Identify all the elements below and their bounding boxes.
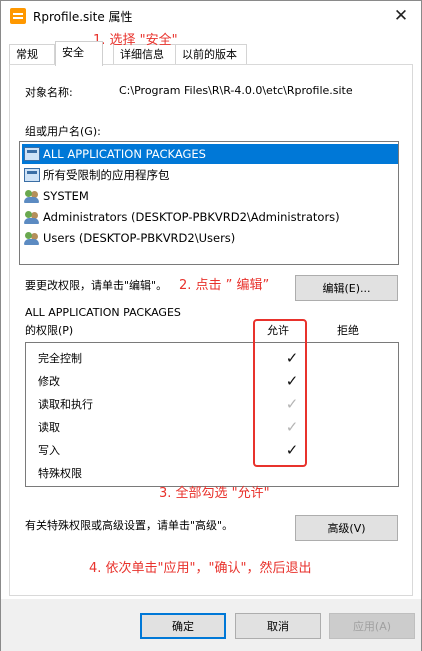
list-item[interactable]: SYSTEM <box>22 186 398 206</box>
permission-row: 写入 ✓ <box>38 439 388 461</box>
permission-name: 特殊权限 <box>38 467 82 480</box>
tab-strip: 常规 安全 详细信息 以前的版本 <box>9 41 413 66</box>
list-item[interactable]: Users (DESKTOP-PBKVRD2\Users) <box>22 228 398 248</box>
ok-button[interactable]: 确定 <box>140 613 226 639</box>
permission-row: 读取 ✓ <box>38 416 388 438</box>
edit-button[interactable]: 编辑(E)... <box>295 275 398 301</box>
list-item[interactable]: Administrators (DESKTOP-PBKVRD2\Administ… <box>22 207 398 227</box>
permission-row: 修改 ✓ <box>38 370 388 392</box>
close-button[interactable]: ✕ <box>381 1 421 31</box>
permissions-title: ALL APPLICATION PACKAGES <box>25 306 181 319</box>
annotation-highlight-box <box>253 319 307 467</box>
list-item[interactable]: 所有受限制的应用程序包 <box>22 165 398 185</box>
object-name-label: 对象名称: <box>25 86 73 99</box>
permission-row: 读取和执行 ✓ <box>38 393 388 415</box>
annotation-step1: 1. 选择 "安全" <box>93 33 178 48</box>
list-item-label: Administrators (DESKTOP-PBKVRD2\Administ… <box>43 210 340 224</box>
tab-previous-versions[interactable]: 以前的版本 <box>175 44 247 65</box>
tab-security[interactable]: 安全 <box>55 41 103 66</box>
groups-listbox[interactable]: ALL APPLICATION PACKAGES 所有受限制的应用程序包 SYS… <box>19 141 399 265</box>
permission-row: 完全控制 ✓ <box>38 347 388 369</box>
list-item[interactable]: ALL APPLICATION PACKAGES <box>22 144 398 164</box>
package-icon <box>24 147 40 161</box>
annotation-step3: 3. 全部勾选 "允许" <box>159 486 270 501</box>
tab-general[interactable]: 常规 <box>9 44 55 65</box>
list-item-label: Users (DESKTOP-PBKVRD2\Users) <box>43 231 236 245</box>
users-icon <box>24 231 40 245</box>
permissions-list: 完全控制 ✓ 修改 ✓ 读取和执行 ✓ 读取 ✓ 写入 ✓ 特殊权限 <box>25 342 399 487</box>
permissions-subtitle: 的权限(P) <box>25 324 74 337</box>
list-item-label: SYSTEM <box>43 189 89 203</box>
users-icon <box>24 210 40 224</box>
annotation-step2: 2. 点击 ” 编辑” <box>179 278 270 293</box>
cancel-button[interactable]: 取消 <box>235 613 321 639</box>
permission-name: 读取 <box>38 421 60 434</box>
advanced-button[interactable]: 高级(V) <box>295 515 398 541</box>
apply-button[interactable]: 应用(A) <box>329 613 415 639</box>
permission-row: 特殊权限 <box>38 462 388 484</box>
annotation-step4: 4. 依次单击"应用"，"确认"，然后退出 <box>89 561 312 576</box>
advanced-hint: 有关特殊权限或高级设置，请单击"高级"。 <box>25 519 234 532</box>
properties-dialog: Rprofile.site 属性 ✕ 常规 安全 详细信息 以前的版本 1. 选… <box>0 0 422 651</box>
groups-label: 组或用户名(G): <box>25 125 101 138</box>
permission-name: 完全控制 <box>38 352 82 365</box>
list-item-label: 所有受限制的应用程序包 <box>43 168 170 182</box>
object-name-value: C:\Program Files\R\R-4.0.0\etc\Rprofile.… <box>119 84 353 97</box>
permission-name: 读取和执行 <box>38 398 93 411</box>
permission-name: 修改 <box>38 375 60 388</box>
permission-name: 写入 <box>38 444 60 457</box>
title-bar: Rprofile.site 属性 ✕ <box>1 1 421 31</box>
deny-header: 拒绝 <box>337 324 359 337</box>
sublime-file-icon <box>10 8 26 24</box>
list-item-label: ALL APPLICATION PACKAGES <box>43 147 206 161</box>
edit-hint: 要更改权限，请单击"编辑"。 <box>25 279 168 292</box>
window-title: Rprofile.site 属性 <box>33 10 133 24</box>
package-icon <box>24 168 40 182</box>
users-icon <box>24 189 40 203</box>
